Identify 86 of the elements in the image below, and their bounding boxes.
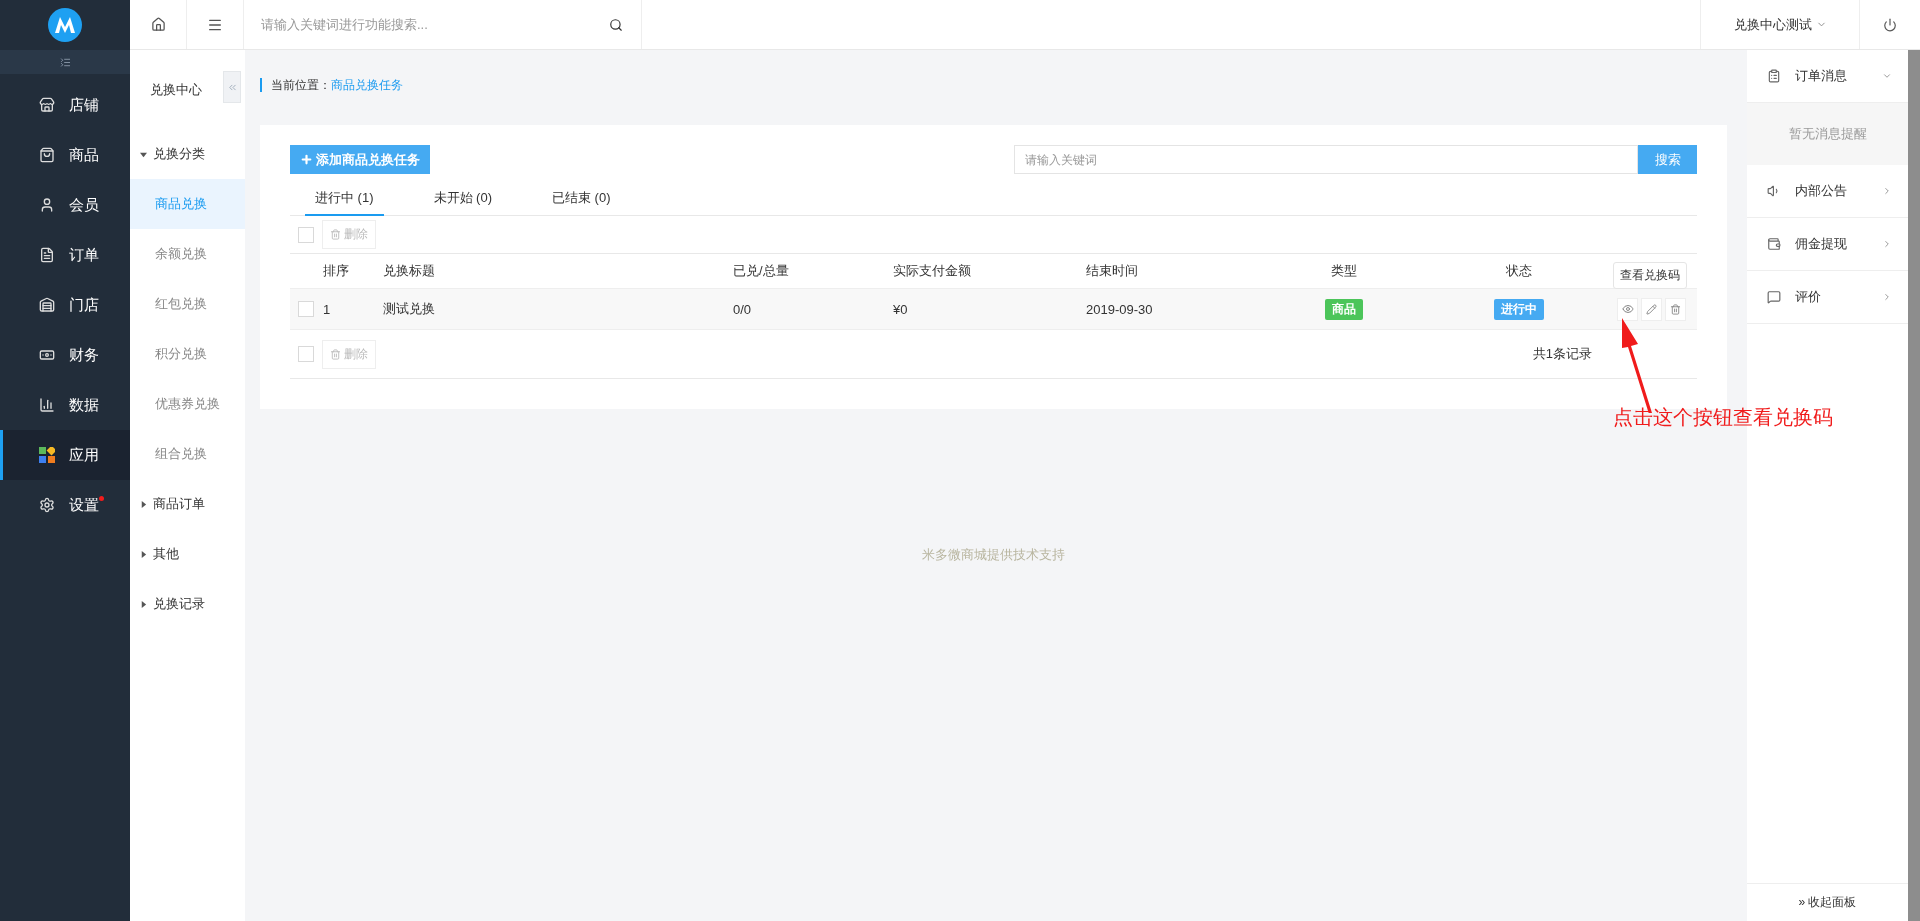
panel-section[interactable]: 评价 (1747, 271, 1908, 324)
settings-icon (39, 497, 55, 513)
nav-item[interactable]: 积分兑换 (130, 329, 245, 379)
nav-group[interactable]: 兑换记录 (130, 579, 245, 629)
nav-group[interactable]: 兑换分类 (130, 129, 245, 179)
table-cell-text: 0/0 (732, 301, 753, 317)
chevron-icon (1882, 71, 1892, 81)
trash-icon (1670, 303, 1681, 315)
bag-icon (39, 147, 55, 163)
keyword-field[interactable]: 请输入关键词 (1014, 145, 1638, 174)
nav-group[interactable]: 商品订单 (130, 479, 245, 529)
checkbox[interactable] (298, 226, 314, 243)
power-icon (1883, 17, 1897, 32)
sidebar-item[interactable]: 应用 (0, 430, 130, 480)
trash-icon (330, 348, 341, 360)
edit-icon (1646, 303, 1657, 315)
search-icon (609, 17, 623, 32)
eye-icon (1621, 303, 1634, 315)
subnav-title: 兑换中心 (149, 80, 203, 99)
type-tag: 商品 (1324, 298, 1363, 320)
edit-button[interactable] (1641, 297, 1662, 321)
breadcrumb-label: 当前位置： (271, 76, 331, 94)
nav-item[interactable]: 优惠券兑换 (130, 379, 245, 429)
delete-button[interactable] (1665, 297, 1686, 321)
caret-icon (140, 150, 147, 158)
tab[interactable]: 进行中 (1) (305, 182, 384, 216)
credit-text: 米多微商城提供技术支持 (922, 546, 1065, 564)
store-icon (39, 97, 55, 113)
user-menu[interactable]: 兑换中心测试 (1700, 0, 1860, 49)
apps-icon (39, 447, 55, 463)
wallet-icon (1767, 237, 1781, 251)
record-count: 共1条记录 (1532, 345, 1592, 363)
column-header: 兑换标题 (382, 262, 436, 280)
caret-icon (140, 600, 147, 608)
nav-item[interactable]: 组合兑换 (130, 429, 245, 479)
chevron-icon (1882, 292, 1892, 302)
shop-icon (39, 297, 55, 313)
table-cell-text: 1 (322, 301, 332, 317)
chart-icon (39, 397, 55, 413)
sidebar-item[interactable]: 门店 (0, 280, 130, 330)
caret-icon (140, 500, 147, 508)
chevron-icon (1882, 186, 1892, 196)
collapse-panel-link[interactable]: » 收起面板 (1747, 883, 1908, 921)
sidebar-item[interactable]: 财务 (0, 330, 130, 380)
plus-icon (300, 153, 313, 166)
column-header: 排序 (322, 262, 350, 280)
comment-icon (1767, 290, 1781, 304)
table-cell-text: 2019-09-30 (1085, 301, 1154, 317)
sidebar-item[interactable]: 店铺 (0, 80, 130, 130)
tooltip: 查看兑换码 (1613, 261, 1687, 289)
nav-group[interactable]: 其他 (130, 529, 245, 579)
sidebar-item[interactable]: 会员 (0, 180, 130, 230)
table-cell-text: 测试兑换 (382, 300, 436, 318)
column-header: 结束时间 (1085, 262, 1139, 280)
status-tag: 进行中 (1493, 298, 1544, 320)
nav-item[interactable]: 红包兑换 (130, 279, 245, 329)
panel-section[interactable]: 佣金提现 (1747, 218, 1908, 271)
fold-button[interactable] (223, 71, 241, 103)
trash-icon (330, 229, 341, 240)
empty-message: 暂无消息提醒 (1747, 103, 1908, 165)
document-icon (39, 247, 55, 263)
collapse-icon (59, 56, 71, 68)
column-header: 已兑/总量 (732, 262, 790, 280)
column-header: 类型 (1329, 262, 1358, 280)
home-icon (150, 17, 166, 32)
sidebar-item[interactable]: 商品 (0, 130, 130, 180)
chevron-icon (1882, 239, 1892, 249)
checkbox[interactable] (298, 301, 314, 317)
column-header: 状态 (1504, 262, 1533, 280)
user-icon (39, 197, 55, 213)
column-header: 实际支付金额 (892, 262, 972, 280)
tab[interactable]: 已结束 (0) (542, 182, 621, 216)
annotation-text: 点击这个按钮查看兑换码 (1613, 405, 1833, 430)
sidebar-item[interactable]: 设置 (0, 480, 130, 530)
view-button[interactable] (1617, 297, 1638, 321)
caret-icon (140, 550, 147, 558)
nav-item[interactable]: 余额兑换 (130, 229, 245, 279)
money-icon (39, 347, 55, 363)
sidebar-item[interactable]: 数据 (0, 380, 130, 430)
table-cell-text: ¥0 (892, 301, 909, 317)
sidebar-item[interactable]: 订单 (0, 230, 130, 280)
clipboard-icon (1767, 69, 1781, 83)
logo (48, 8, 82, 42)
checkbox[interactable] (298, 346, 314, 362)
panel-section[interactable]: 内部公告 (1747, 165, 1908, 218)
tab[interactable]: 未开始 (0) (423, 182, 502, 216)
